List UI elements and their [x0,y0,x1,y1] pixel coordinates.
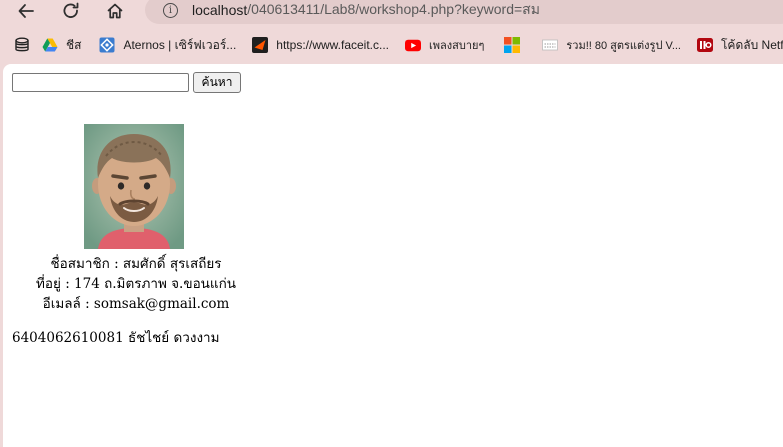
home-icon [107,3,123,19]
search-button[interactable]: ค้นหา [193,72,241,93]
member-avatar [84,124,184,249]
bookmark-label: โค้ดลับ Netflix [720,37,783,52]
bookmark-label: https://www.faceit.c... [276,38,390,52]
back-button[interactable] [12,0,40,22]
bookmark-database[interactable] [14,37,38,53]
database-icon [14,37,30,53]
bookmark-label: รวม!! 80 สูตรแต่งรูป V... [566,40,681,52]
reload-icon [63,2,79,18]
google-drive-icon [42,37,58,53]
reload-button[interactable] [57,0,85,22]
url-path: /040613411/Lab8/workshop4.php?keyword=สม [247,1,540,17]
student-info: 6404062610081 ธัชไชย์ ดวงงาม [12,330,220,346]
bookmark-label: ชีส [66,37,82,52]
bookmark-youtube[interactable]: เพลงสบายๆ [405,36,484,54]
aternos-icon [99,37,115,53]
bookmarks-bar: ชีส Aternos | เซิร์ฟเวอร์... https://www… [0,30,783,60]
address-bar[interactable]: i localhost/040613411/Lab8/workshop4.php… [145,0,783,24]
back-arrow-icon [18,4,34,18]
youtube-icon [405,37,422,53]
member-name: ชื่อสมาชิก : สมศักดิ์ สุรเสถียร [50,256,222,272]
netflix-icon [696,37,713,53]
bookmark-label: Aternos | เซิร์ฟเวอร์... [123,37,237,52]
bookmark-recipes[interactable]: รวม!! 80 สูตรแต่งรูป V... [542,36,681,54]
bookmark-drive[interactable]: ชีส [42,36,81,55]
search-input[interactable] [12,73,189,92]
bookmark-faceit[interactable]: https://www.faceit.c... [252,37,389,53]
bookmark-netflix[interactable]: โค้ดลับ Netflix [696,36,783,55]
bookmark-microsoft[interactable] [504,37,528,53]
microsoft-icon [504,37,521,53]
page-icon [542,37,559,53]
page-content: ค้นหา ชื่อสมาชิก: สมศักดิ์ สุรเสถียร ที… [3,64,783,447]
site-info-icon[interactable]: i [163,2,178,18]
bookmark-aternos[interactable]: Aternos | เซิร์ฟเวอร์... [99,36,236,55]
avatar-illustration [84,124,184,249]
browser-window: i localhost/040613411/Lab8/workshop4.php… [0,0,783,447]
home-button[interactable] [101,0,129,22]
faceit-icon [252,37,269,53]
url-host: localhost [192,2,248,18]
member-address: ที่อยู่ : 174 ถ.มิตรภาพ จ.ขอนแก่น [35,276,237,292]
browser-toolbar: i localhost/040613411/Lab8/workshop4.php… [0,0,783,28]
member-email: อีเมลล์ : somsak@gmail.com [42,296,230,312]
bookmark-label: เพลงสบายๆ [429,40,485,52]
